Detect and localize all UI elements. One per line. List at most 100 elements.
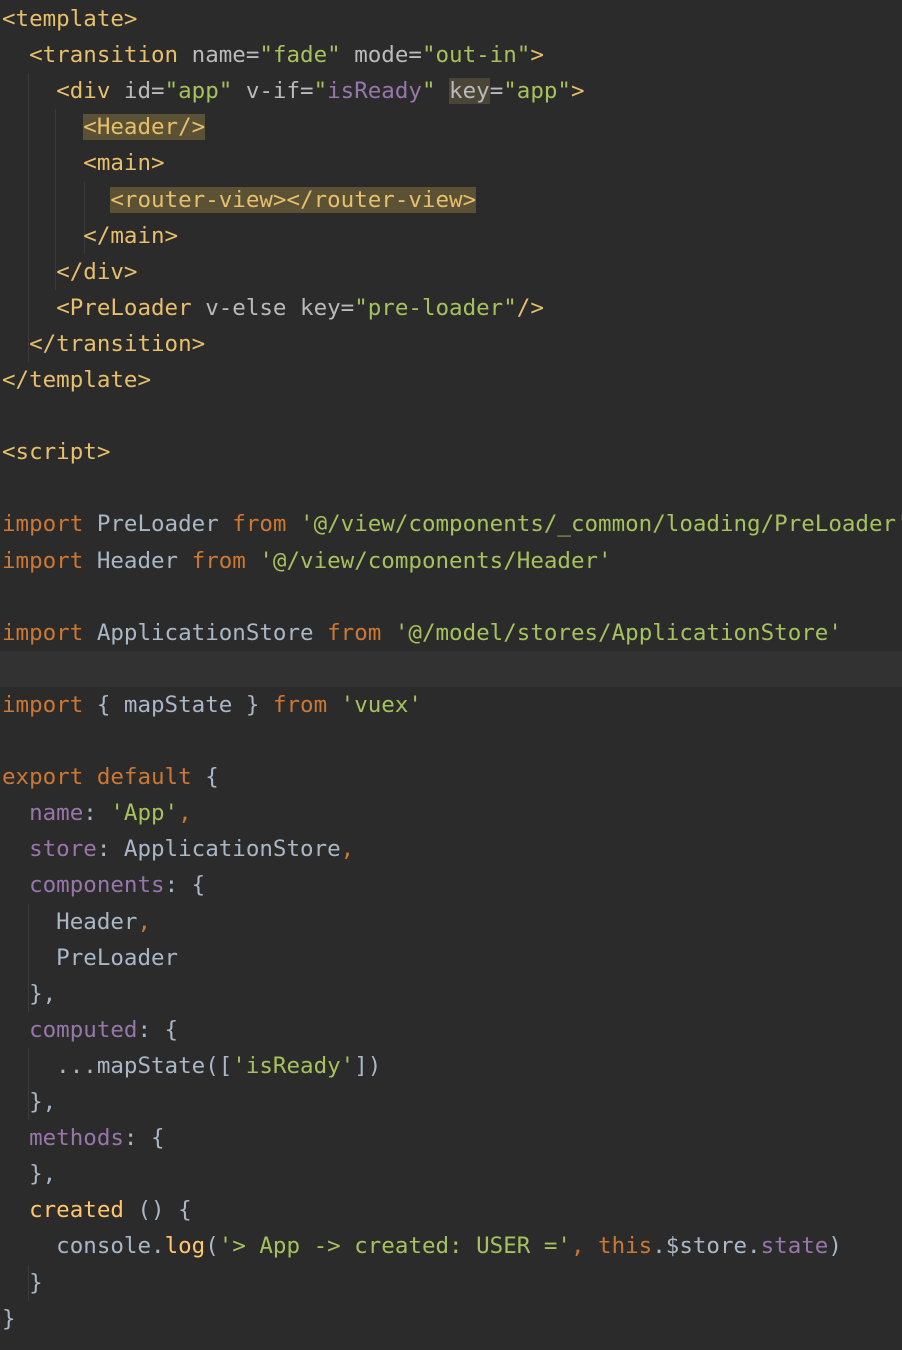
code-token: components [29, 872, 165, 899]
code-token: , [570, 1233, 599, 1260]
code-token: </transition> [29, 330, 206, 357]
code-token: } [2, 1305, 16, 1332]
code-token: () { [123, 1197, 192, 1224]
code-token: from [327, 619, 382, 646]
code-token: default [96, 764, 192, 791]
code-line[interactable]: export default { [0, 759, 902, 795]
code-token: import [2, 547, 84, 574]
code-token: /> [516, 294, 544, 321]
code-token: "pre-loader" [354, 294, 517, 321]
code-line[interactable] [0, 579, 902, 615]
code-token: v-else key= [191, 294, 355, 321]
code-line[interactable]: store: ApplicationStore, [0, 831, 902, 867]
code-line[interactable]: import { mapState } from 'vuex' [0, 687, 902, 723]
code-line[interactable]: Header, [0, 904, 902, 940]
code-line[interactable]: <main> [0, 145, 902, 181]
code-token: from [191, 547, 246, 574]
code-line[interactable]: created () { [0, 1192, 902, 1228]
code-token: mode= [340, 42, 422, 69]
code-token: : { [164, 872, 206, 899]
code-token: computed [29, 1016, 138, 1043]
code-token: isReady [327, 78, 422, 105]
code-line[interactable]: name: 'App', [0, 795, 902, 831]
code-line[interactable]: </template> [0, 362, 902, 398]
code-line[interactable]: </div> [0, 254, 902, 290]
code-token: "app" [164, 78, 233, 105]
code-token: import [2, 691, 84, 718]
code-line[interactable]: console.log('> App -> created: USER =', … [0, 1228, 902, 1264]
code-token: { [191, 764, 219, 791]
code-line[interactable]: ...mapState(['isReady']) [0, 1048, 902, 1084]
code-token: }, [2, 1161, 57, 1188]
code-line[interactable]: <script> [0, 434, 902, 470]
code-token: key [449, 78, 490, 105]
code-token: " [313, 78, 328, 105]
code-token: id= [110, 78, 165, 105]
code-token: '> App -> created: USER =' [218, 1233, 571, 1260]
code-line[interactable]: </main> [0, 218, 902, 254]
current-line[interactable] [0, 650, 902, 687]
code-token: Header [2, 908, 138, 935]
code-line[interactable]: } [0, 1301, 902, 1337]
code-line[interactable]: <Header/> [0, 109, 902, 145]
code-line[interactable] [0, 723, 902, 759]
code-line[interactable]: import Header from '@/view/components/He… [0, 543, 902, 579]
code-token: state [760, 1233, 829, 1260]
code-token: : [83, 800, 111, 827]
code-line[interactable]: import PreLoader from '@/view/components… [0, 506, 902, 542]
code-token: > [530, 42, 544, 69]
code-editor[interactable]: <template> <transition name="fade" mode=… [0, 0, 902, 1350]
code-line[interactable]: </transition> [0, 326, 902, 362]
code-token: = [489, 78, 504, 105]
code-line[interactable]: <transition name="fade" mode="out-in"> [0, 37, 902, 73]
code-token: <router-view></router-view> [110, 186, 477, 213]
code-line[interactable]: methods: { [0, 1120, 902, 1156]
code-line[interactable]: }, [0, 976, 902, 1012]
code-token: ]) [354, 1052, 382, 1079]
code-line[interactable]: } [0, 1265, 902, 1301]
code-token: </div> [56, 258, 138, 285]
code-token: }, [2, 980, 57, 1007]
code-token: Header [83, 547, 192, 574]
code-line[interactable]: PreLoader [0, 940, 902, 976]
code-line[interactable]: }, [0, 1084, 902, 1120]
code-token: 'isReady' [232, 1052, 355, 1079]
code-token: <PreLoader [56, 294, 192, 321]
code-token: ) [828, 1233, 842, 1260]
code-token: <script> [2, 439, 111, 466]
code-token: , [137, 908, 152, 935]
code-line[interactable]: computed: { [0, 1012, 902, 1048]
code-line[interactable]: <router-view></router-view> [0, 182, 902, 218]
code-line[interactable]: import ApplicationStore from '@/model/st… [0, 615, 902, 651]
code-token: }, [2, 1089, 57, 1115]
code-line[interactable]: }, [0, 1156, 902, 1192]
code-line[interactable]: components: { [0, 867, 902, 903]
code-line[interactable]: <template> [0, 1, 902, 37]
code-token: name [29, 800, 84, 827]
code-token: 'App' [110, 800, 179, 827]
code-token: <Header/> [83, 114, 206, 141]
code-token: log [164, 1233, 206, 1260]
code-line[interactable] [0, 398, 902, 434]
code-token: ...mapState([ [2, 1052, 233, 1079]
code-token: : ApplicationStore [96, 836, 341, 863]
code-token: console. [2, 1233, 165, 1260]
code-line[interactable] [0, 470, 902, 506]
code-line[interactable]: <div id="app" v-if="isReady" key="app"> [0, 73, 902, 109]
code-line[interactable]: <PreLoader v-else key="pre-loader"/> [0, 290, 902, 326]
